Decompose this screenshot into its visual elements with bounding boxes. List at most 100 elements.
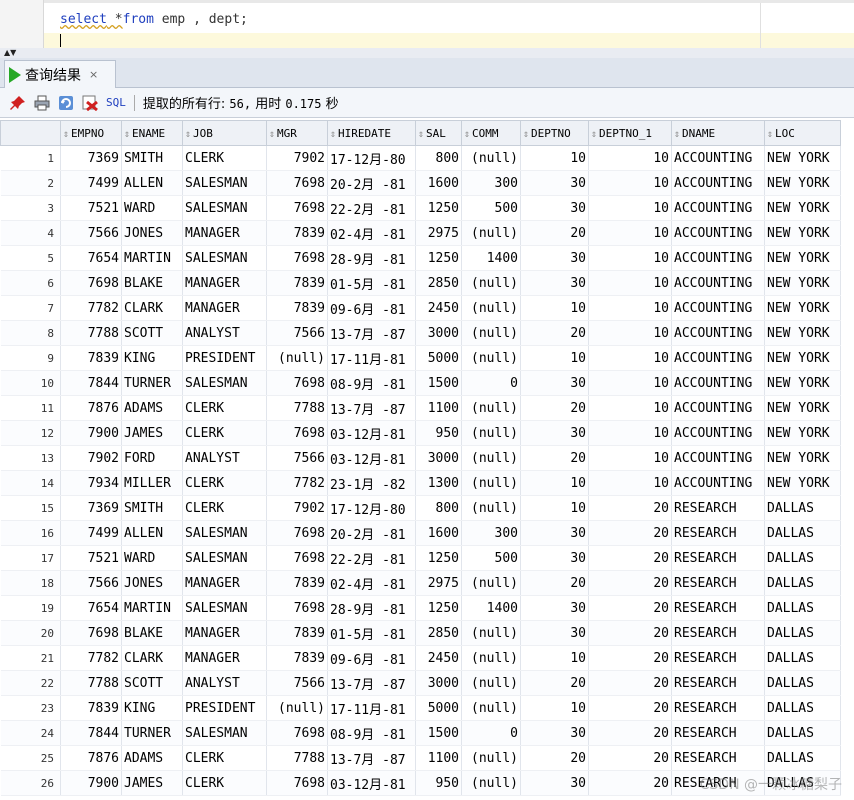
cell-deptno-1[interactable]: 20 (588, 745, 672, 771)
row-number[interactable]: 16 (0, 520, 61, 546)
cell-deptno-1[interactable]: 20 (588, 495, 672, 521)
column-header-ename[interactable]: ⇕ ENAME (121, 120, 183, 146)
cell-comm[interactable]: (null) (461, 745, 521, 771)
row-number[interactable]: 21 (0, 645, 61, 671)
cell-deptno-1[interactable]: 10 (588, 370, 672, 396)
cell-deptno[interactable]: 20 (520, 320, 589, 346)
cell-mgr[interactable]: 7839 (266, 295, 328, 321)
row-number[interactable]: 22 (0, 670, 61, 696)
cell-comm[interactable]: (null) (461, 445, 521, 471)
cell-sal[interactable]: 1600 (415, 170, 462, 196)
cell-dname[interactable]: ACCOUNTING (671, 470, 765, 496)
cell-empno[interactable]: 7782 (60, 295, 122, 321)
cell-loc[interactable]: NEW YORK (764, 145, 841, 171)
cell-empno[interactable]: 7369 (60, 495, 122, 521)
cell-hiredate[interactable]: 17-12月-80 (327, 495, 416, 521)
cell-empno[interactable]: 7900 (60, 420, 122, 446)
cell-hiredate[interactable]: 17-12月-80 (327, 145, 416, 171)
cell-hiredate[interactable]: 03-12月-81 (327, 420, 416, 446)
cell-deptno[interactable]: 30 (520, 520, 589, 546)
cell-deptno[interactable]: 10 (520, 495, 589, 521)
cell-sal[interactable]: 2450 (415, 645, 462, 671)
cell-loc[interactable]: NEW YORK (764, 345, 841, 371)
cell-loc[interactable]: NEW YORK (764, 295, 841, 321)
cell-mgr[interactable]: 7698 (266, 520, 328, 546)
cell-ename[interactable]: ALLEN (121, 520, 183, 546)
cancel-fetch-icon[interactable] (80, 93, 100, 113)
cell-ename[interactable]: ALLEN (121, 170, 183, 196)
cell-deptno[interactable]: 30 (520, 595, 589, 621)
cell-sal[interactable]: 1300 (415, 470, 462, 496)
cell-dname[interactable]: ACCOUNTING (671, 295, 765, 321)
cell-deptno-1[interactable]: 20 (588, 595, 672, 621)
cell-dname[interactable]: ACCOUNTING (671, 195, 765, 221)
cell-hiredate[interactable]: 13-7月 -87 (327, 745, 416, 771)
row-number[interactable]: 4 (0, 220, 61, 246)
cell-loc[interactable]: NEW YORK (764, 170, 841, 196)
cell-hiredate[interactable]: 02-4月 -81 (327, 570, 416, 596)
pin-icon[interactable] (8, 93, 28, 113)
cell-hiredate[interactable]: 20-2月 -81 (327, 170, 416, 196)
column-header-mgr[interactable]: ⇕ MGR (266, 120, 328, 146)
table-row[interactable]: 21 7782 CLARK MANAGER 7839 09-6月 -81 2450 (null… (0, 645, 841, 671)
cell-deptno[interactable]: 30 (520, 770, 589, 796)
row-number[interactable]: 17 (0, 545, 61, 571)
cell-deptno[interactable]: 20 (520, 395, 589, 421)
cell-deptno-1[interactable]: 10 (588, 270, 672, 296)
cell-mgr[interactable]: 7788 (266, 395, 328, 421)
cell-empno[interactable]: 7782 (60, 645, 122, 671)
cell-job[interactable]: PRESIDENT (182, 345, 267, 371)
cell-job[interactable]: CLERK (182, 395, 267, 421)
cell-comm[interactable]: (null) (461, 420, 521, 446)
cell-ename[interactable]: CLARK (121, 645, 183, 671)
row-number[interactable]: 14 (0, 470, 61, 496)
cell-deptno[interactable]: 30 (520, 720, 589, 746)
cell-mgr[interactable]: 7839 (266, 620, 328, 646)
cell-dname[interactable]: RESEARCH (671, 495, 765, 521)
cell-loc[interactable]: DALLAS (764, 495, 841, 521)
column-header-empno[interactable]: ⇕ EMPNO (60, 120, 122, 146)
cell-deptno[interactable]: 10 (520, 645, 589, 671)
cell-deptno[interactable]: 10 (520, 470, 589, 496)
cell-ename[interactable]: MILLER (121, 470, 183, 496)
cell-ename[interactable]: CLARK (121, 295, 183, 321)
cell-comm[interactable]: (null) (461, 270, 521, 296)
cell-job[interactable]: SALESMAN (182, 595, 267, 621)
cell-deptno-1[interactable]: 20 (588, 770, 672, 796)
cell-ename[interactable]: ADAMS (121, 395, 183, 421)
cell-dname[interactable]: RESEARCH (671, 620, 765, 646)
cell-comm[interactable]: 0 (461, 370, 521, 396)
cell-sal[interactable]: 1600 (415, 520, 462, 546)
sort-icon[interactable]: ⇕ (63, 129, 69, 140)
sort-icon[interactable]: ⇕ (124, 129, 130, 140)
cell-comm[interactable]: (null) (461, 695, 521, 721)
cell-dname[interactable]: ACCOUNTING (671, 345, 765, 371)
cell-dname[interactable]: ACCOUNTING (671, 370, 765, 396)
table-row[interactable]: 12 7900 JAMES CLERK 7698 03-12月-81 950 (null) 30… (0, 420, 841, 446)
cell-empno[interactable]: 7566 (60, 570, 122, 596)
cell-hiredate[interactable]: 09-6月 -81 (327, 295, 416, 321)
cell-deptno-1[interactable]: 10 (588, 195, 672, 221)
cell-job[interactable]: SALESMAN (182, 370, 267, 396)
cell-ename[interactable]: ADAMS (121, 745, 183, 771)
cell-sal[interactable]: 5000 (415, 695, 462, 721)
column-header-sal[interactable]: ⇕ SAL (415, 120, 462, 146)
cell-mgr[interactable]: 7698 (266, 545, 328, 571)
cell-empno[interactable]: 7499 (60, 170, 122, 196)
cell-hiredate[interactable]: 28-9月 -81 (327, 595, 416, 621)
cell-comm[interactable]: (null) (461, 395, 521, 421)
cell-deptno-1[interactable]: 20 (588, 520, 672, 546)
cell-mgr[interactable]: 7698 (266, 595, 328, 621)
column-header-deptno[interactable]: ⇕ DEPTNO (520, 120, 589, 146)
cell-job[interactable]: MANAGER (182, 570, 267, 596)
cell-dname[interactable]: RESEARCH (671, 520, 765, 546)
cell-job[interactable]: MANAGER (182, 270, 267, 296)
cell-mgr[interactable]: (null) (266, 345, 328, 371)
cell-mgr[interactable]: 7839 (266, 270, 328, 296)
cell-ename[interactable]: KING (121, 695, 183, 721)
cell-hiredate[interactable]: 03-12月-81 (327, 445, 416, 471)
cell-dname[interactable]: RESEARCH (671, 695, 765, 721)
cell-hiredate[interactable]: 08-9月 -81 (327, 370, 416, 396)
cell-job[interactable]: SALESMAN (182, 170, 267, 196)
row-number[interactable]: 19 (0, 595, 61, 621)
